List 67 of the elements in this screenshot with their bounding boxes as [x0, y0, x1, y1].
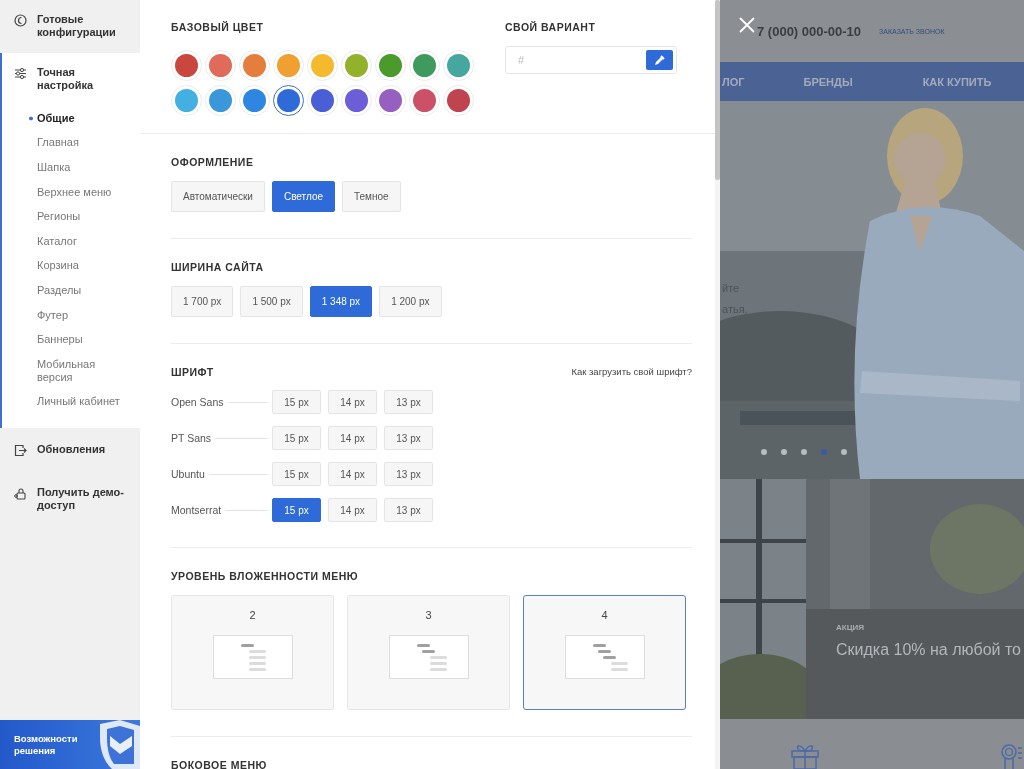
close-button[interactable]	[739, 17, 755, 33]
option-button[interactable]: 1 348 px	[309, 286, 373, 317]
option-button[interactable]: 14 px	[328, 390, 377, 414]
option-button[interactable]: 15 px	[272, 426, 321, 450]
sidebar-section-header[interactable]: Точная настройка	[2, 53, 140, 106]
sidebar-item[interactable]: Разделы	[26, 278, 134, 303]
sidebar-item[interactable]: Верхнее меню	[26, 179, 134, 205]
option-button[interactable]: 13 px	[384, 498, 433, 522]
font-name: Open Sans	[171, 396, 224, 408]
section-title: БОКОВОЕ МЕНЮ	[171, 759, 268, 769]
features-banner[interactable]: Возможности решения	[0, 720, 140, 769]
sidebar-section-header[interactable]: Готовые конфигурации	[0, 0, 140, 53]
section-title: БАЗОВЫЙ ЦВЕТ	[171, 21, 265, 33]
phone-number: 7 (000) 000-00-10	[757, 23, 862, 39]
help-link[interactable]: Как загрузить свой шрифт?	[571, 366, 692, 378]
option-button[interactable]: Светлое	[271, 181, 335, 212]
option-button[interactable]: 15 px	[272, 390, 321, 414]
option-button[interactable]: Темное	[342, 181, 401, 212]
section-title: УРОВЕНЬ ВЛОЖЕННОСТИ МЕНЮ	[171, 570, 360, 582]
option-button[interactable]: 1 200 px	[379, 286, 442, 317]
menu-depth-card[interactable]: 4	[523, 595, 686, 710]
option-button[interactable]: 13 px	[384, 390, 433, 414]
sidebar-item[interactable]: Каталог	[26, 228, 134, 254]
promo-title: Скидка 10% на любой то	[836, 641, 1021, 659]
gift-icon	[790, 742, 820, 769]
eyedropper-icon	[654, 54, 665, 66]
sidebar-section-header[interactable]: Получить демо-доступ	[0, 473, 140, 527]
section-title: ШРИФТ	[171, 366, 214, 378]
certificate-icon	[1000, 742, 1022, 769]
sidebar-item[interactable]: Главная	[26, 130, 134, 156]
option-button[interactable]: 14 px	[328, 498, 377, 522]
option-button[interactable]: 15 px	[272, 462, 321, 486]
option-button[interactable]: 14 px	[328, 462, 377, 486]
card-label: 4	[601, 609, 608, 622]
section-title: ОФОРМЛЕНИЕ	[171, 156, 255, 168]
option-button[interactable]: 1 500 px	[240, 286, 303, 317]
sidebar-item[interactable]: Мобильная версия	[26, 351, 134, 390]
sidebar-item[interactable]: Регионы	[26, 204, 134, 229]
sidebar-item[interactable]: Шапка	[26, 155, 134, 180]
sidebar-item[interactable]: Баннеры	[26, 327, 134, 352]
promo-tag: АКЦИЯ	[836, 623, 864, 632]
font-name: PT Sans	[171, 432, 212, 444]
font-name: Montserrat	[171, 504, 222, 516]
sliders-icon	[14, 67, 27, 80]
option-button[interactable]: 14 px	[328, 426, 377, 450]
section-title: ШИРИНА САЙТА	[171, 261, 265, 273]
sidebar-item[interactable]: Футер	[26, 302, 134, 328]
close-icon	[739, 17, 755, 33]
option-button[interactable]: 13 px	[384, 426, 433, 450]
menu-depth-card[interactable]: 2	[171, 595, 334, 710]
scrollbar-thumb[interactable]	[715, 0, 720, 180]
sidebar-item[interactable]: Корзина	[26, 253, 134, 279]
font-name: Ubuntu	[171, 468, 205, 480]
sidebar-item[interactable]: Личный кабинет	[26, 389, 134, 415]
option-button[interactable]: 1 700 px	[171, 286, 234, 317]
section-title: СВОЙ ВАРИАНТ	[505, 21, 597, 33]
lock-icon	[14, 487, 27, 501]
card-label: 2	[249, 609, 256, 622]
sidebar-section-header[interactable]: Обновления	[0, 428, 140, 474]
option-button[interactable]: 13 px	[384, 462, 433, 486]
eyedropper-button[interactable]	[646, 50, 673, 70]
circle-icon	[14, 14, 27, 27]
option-button[interactable]: 15 px	[272, 498, 321, 522]
menu-depth-card[interactable]: 3	[347, 595, 510, 710]
card-label: 3	[425, 609, 432, 622]
export-icon	[14, 444, 27, 458]
option-button[interactable]: Автоматически	[171, 181, 265, 212]
